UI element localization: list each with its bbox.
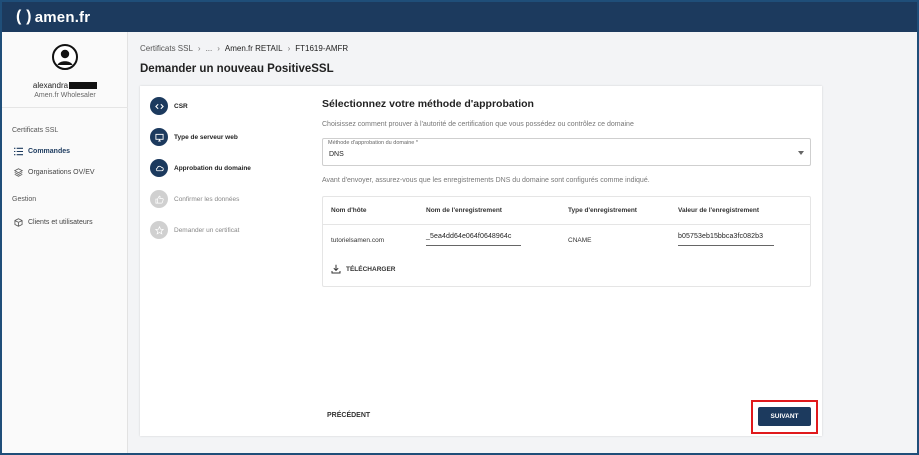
download-label: TÉLÉCHARGER (346, 265, 396, 273)
chevron-right-icon: › (217, 44, 220, 53)
table-divider (323, 224, 810, 225)
star-icon (154, 225, 164, 235)
step-label: Demander un certificat (174, 226, 240, 234)
sidebar: alexandra Amen.fr Wholesaler Certificats… (2, 32, 128, 453)
sidebar-item-label: Clients et utilisateurs (28, 219, 93, 226)
step-confirm-data[interactable]: Confirmer les données (150, 190, 239, 208)
step-circle (150, 97, 168, 115)
previous-button[interactable]: PRÉCÉDENT (327, 412, 370, 419)
chevron-right-icon: › (197, 44, 201, 53)
breadcrumb-item[interactable]: Amen.fr RETAIL (225, 44, 283, 53)
monitor-icon (154, 133, 164, 142)
sidebar-divider (2, 107, 128, 108)
cube-icon (14, 218, 23, 227)
list-icon (14, 147, 23, 156)
step-circle (150, 128, 168, 146)
step-server-type[interactable]: Type de serveur web (150, 128, 238, 146)
avatar-icon[interactable] (52, 44, 78, 70)
column-header: Nom de l'enregistrement (426, 207, 502, 214)
record-name-field[interactable]: _5ea4dd64e064f0648964c (426, 233, 521, 246)
breadcrumb-item[interactable]: Certificats SSL (140, 44, 193, 53)
dns-records-table: Nom d'hôte Nom de l'enregistrement Type … (322, 196, 811, 287)
download-button[interactable]: TÉLÉCHARGER (331, 264, 395, 274)
host-cell: tutorielsamen.com (331, 237, 385, 244)
thumb-up-icon (155, 195, 164, 203)
sidebar-section-gestion: Gestion (12, 196, 37, 203)
redacted-block (69, 82, 98, 89)
step-label: Type de serveur web (174, 133, 238, 141)
step-circle (150, 159, 168, 177)
step-csr[interactable]: CSR (150, 97, 188, 115)
user-org: Amen.fr Wholesaler (34, 92, 96, 99)
step-label: CSR (174, 102, 188, 110)
column-header: Valeur de l'enregistrement (678, 207, 760, 214)
cloud-icon (155, 165, 164, 171)
record-type-cell: CNAME (568, 237, 592, 244)
dns-note: Avant d'envoyer, assurez-vous que les en… (322, 177, 650, 184)
dropdown-arrow-icon (798, 151, 804, 155)
record-value-field[interactable]: b05753eb15bbca3fc082b3 (678, 233, 774, 246)
page-title: Demander un nouveau PositiveSSL (140, 63, 334, 75)
logo-text: amen.fr (34, 8, 91, 26)
sidebar-item-commandes[interactable]: Commandes (14, 147, 70, 156)
chevron-right-icon: › (287, 44, 291, 53)
download-icon (331, 264, 341, 274)
logo-mark: ( ) (16, 8, 32, 25)
user-name: alexandra (2, 81, 128, 90)
select-label: Méthode d'approbation du domaine * (328, 140, 419, 146)
code-icon (154, 103, 164, 109)
step-label: Approbation du domaine (174, 164, 251, 172)
sidebar-item-clients[interactable]: Clients et utilisateurs (14, 218, 93, 227)
breadcrumb-item-current: FT1619-AMFR (295, 44, 349, 53)
next-button[interactable]: SUIVANT (758, 407, 811, 426)
step-circle (150, 221, 168, 239)
step-domain-approval[interactable]: Approbation du domaine (150, 159, 251, 177)
step-circle (150, 190, 168, 208)
brand-logo[interactable]: ( ) amen.fr (16, 8, 90, 26)
select-value: DNS (329, 151, 344, 158)
step-label: Confirmer les données (174, 195, 240, 203)
sidebar-section-certificats: Certificats SSL (12, 127, 59, 134)
layers-icon (14, 168, 23, 177)
sidebar-item-label: Organisations OV/EV (28, 169, 95, 176)
breadcrumb-item[interactable]: ... (206, 44, 213, 53)
approval-method-select[interactable]: Méthode d'approbation du domaine * DNS (322, 138, 811, 166)
breadcrumb: Certificats SSL › ... › Amen.fr RETAIL ›… (140, 44, 353, 53)
column-header: Nom d'hôte (331, 207, 367, 214)
section-title: Sélectionnez votre méthode d'approbation (322, 98, 534, 110)
section-subtitle: Choisissez comment prouver à l'autorité … (322, 121, 634, 128)
step-request-certificate[interactable]: Demander un certificat (150, 221, 239, 239)
column-header: Type d'enregistrement (568, 207, 637, 214)
sidebar-item-organisations[interactable]: Organisations OV/EV (14, 168, 95, 177)
sidebar-item-label: Commandes (28, 148, 71, 155)
top-bar: ( ) amen.fr (2, 2, 917, 32)
